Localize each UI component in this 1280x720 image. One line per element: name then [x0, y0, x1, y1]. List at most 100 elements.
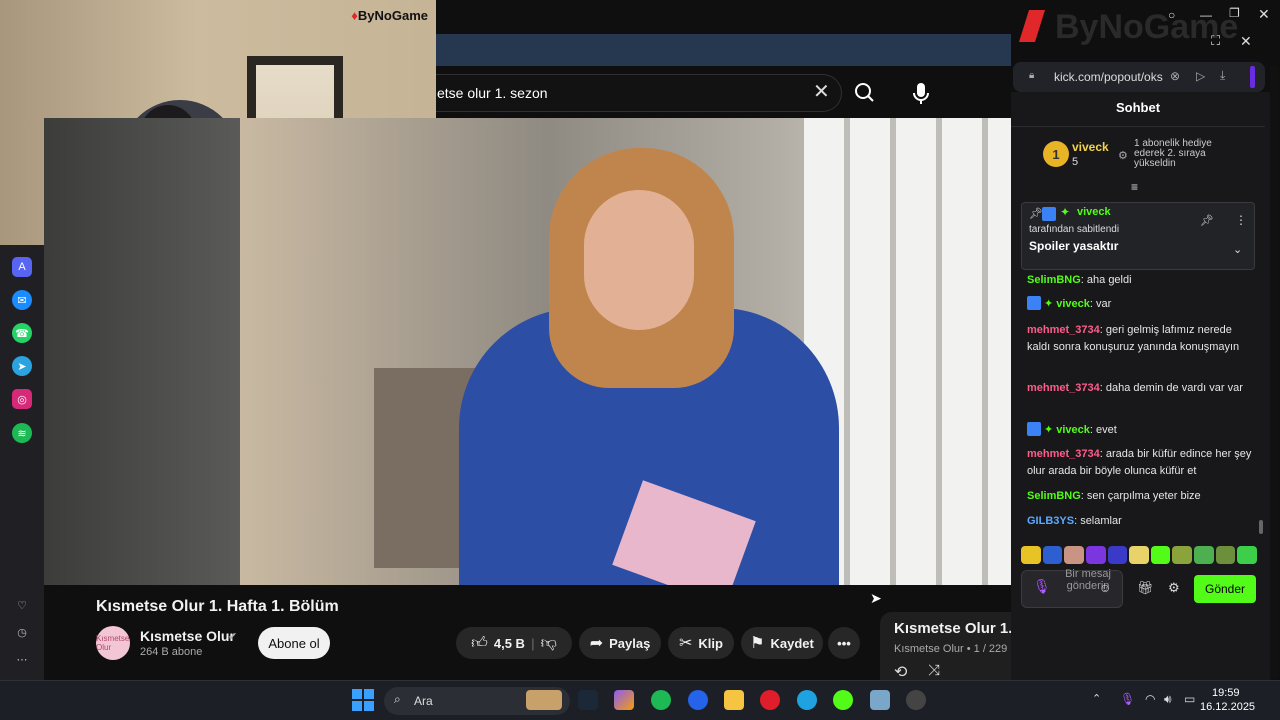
- unpin-icon[interactable]: 📌︎: [1200, 214, 1214, 227]
- search-highlight-icon[interactable]: [526, 690, 562, 710]
- emote-5[interactable]: [1107, 546, 1128, 564]
- emote-2[interactable]: [1042, 546, 1063, 564]
- battery-icon[interactable]: ▭: [1184, 692, 1195, 706]
- pinned-menu-icon[interactable]: ⋮: [1235, 213, 1247, 227]
- close-popout-icon[interactable]: ✕: [1240, 33, 1252, 50]
- chat-username[interactable]: viveck: [1056, 424, 1090, 436]
- moderator-badge-icon: [1027, 296, 1041, 310]
- voice-search-button[interactable]: [905, 76, 937, 110]
- pinned-by-user[interactable]: viveck: [1077, 206, 1111, 218]
- kick-taskbar-icon[interactable]: [833, 690, 853, 710]
- tray-mic-icon[interactable]: 🎙︎: [1120, 692, 1135, 706]
- heart-icon[interactable]: ♡: [12, 595, 32, 615]
- file-explorer-icon[interactable]: [724, 690, 744, 710]
- send-button[interactable]: Gönder: [1194, 575, 1256, 603]
- chat-username[interactable]: viveck: [1056, 298, 1090, 310]
- microphone-icon[interactable]: 🎙︎: [1033, 578, 1051, 595]
- channel-avatar[interactable]: Kısmetse Olur: [96, 626, 130, 660]
- chevron-down-icon[interactable]: ⌄: [1233, 243, 1242, 256]
- chat-header-divider: [1011, 126, 1265, 127]
- clip-button[interactable]: ✂ Klip: [668, 627, 734, 659]
- emote-7[interactable]: [1150, 546, 1171, 564]
- clear-search-icon[interactable]: ✕: [813, 79, 835, 107]
- chat-username[interactable]: mehmet_3734: [1027, 382, 1100, 394]
- spotify-taskbar-icon[interactable]: [651, 690, 671, 710]
- chat-username[interactable]: mehmet_3734: [1027, 324, 1100, 336]
- channel-name[interactable]: Kısmetse Olur: [140, 628, 235, 644]
- play-icon[interactable]: ▷: [1196, 69, 1205, 83]
- download-icon[interactable]: ⤓: [1220, 68, 1225, 83]
- verified-icon: ✔: [228, 631, 238, 643]
- wifi-icon[interactable]: ◠: [1145, 692, 1155, 706]
- windows-logo-icon: [352, 689, 374, 711]
- thumbs-up-icon[interactable]: 👍︎: [471, 634, 488, 653]
- expand-leaderboard-icon[interactable]: ≡: [1131, 180, 1138, 194]
- messenger-icon[interactable]: ✉: [12, 290, 32, 310]
- search-window-icon[interactable]: ○: [1168, 8, 1175, 22]
- restore-icon[interactable]: ❐: [1229, 6, 1240, 20]
- video-player[interactable]: [44, 118, 1011, 585]
- start-button[interactable]: [352, 689, 374, 716]
- emote-6[interactable]: [1129, 546, 1149, 564]
- history-icon[interactable]: ◷: [12, 622, 32, 642]
- search-button[interactable]: [845, 74, 885, 112]
- share-button[interactable]: ➦ Paylaş: [579, 627, 661, 659]
- shuffle-icon[interactable]: ⤨: [928, 662, 940, 679]
- gift-username[interactable]: viveck: [1072, 140, 1109, 154]
- chat-message: mehmet_3734: arada bir küfür edince her …: [1027, 446, 1257, 480]
- spotify-icon[interactable]: ≋: [12, 423, 32, 443]
- opera-gx-icon[interactable]: [760, 690, 780, 710]
- emote-4[interactable]: [1085, 546, 1106, 564]
- video-host-face: [584, 190, 694, 330]
- more-icon[interactable]: ⋯: [12, 649, 32, 669]
- address-url[interactable]: kick.com/popout/oks: [1054, 70, 1163, 84]
- page-scrollbar[interactable]: [1270, 66, 1278, 678]
- pin-icon: 📌︎: [1029, 208, 1043, 220]
- copilot-icon[interactable]: [614, 690, 634, 710]
- emote-1[interactable]: [1021, 546, 1041, 564]
- emoji-icon[interactable]: ☺: [1099, 581, 1111, 595]
- app-grid-icon[interactable]: [870, 690, 890, 710]
- more-horizontal-icon: •••: [837, 635, 851, 651]
- chat-scrollbar[interactable]: [1259, 520, 1263, 534]
- tray-chevron-up-icon[interactable]: ⌃: [1092, 692, 1101, 705]
- emote-11[interactable]: [1237, 546, 1258, 564]
- save-button[interactable]: ⚑ Kaydet: [741, 627, 823, 659]
- clock-time[interactable]: 19:59: [1212, 687, 1240, 699]
- volume-icon[interactable]: 🔊︎: [1164, 692, 1172, 707]
- bynogame-logo: ByNoGame: [1015, 6, 1265, 46]
- chat-username[interactable]: SelimBNG: [1027, 490, 1081, 502]
- thumbs-down-icon[interactable]: 👎︎: [541, 634, 557, 653]
- steam-icon[interactable]: [578, 690, 598, 710]
- chat-username[interactable]: GILB3YS: [1027, 515, 1074, 527]
- gift-shop-icon[interactable]: 🎁︎: [1137, 580, 1154, 596]
- whatsapp-icon[interactable]: ☎: [12, 323, 32, 343]
- channel-avatar-text: Kısmetse Olur: [96, 634, 130, 652]
- settings-gear-icon[interactable]: ⚙: [1168, 580, 1180, 596]
- pinned-message[interactable]: [1021, 202, 1255, 270]
- clock-date[interactable]: 16.12.2025: [1200, 701, 1255, 713]
- emote-9[interactable]: [1194, 546, 1214, 564]
- edge-icon[interactable]: [797, 690, 817, 710]
- telegram-icon[interactable]: ➤: [12, 356, 32, 376]
- emote-10[interactable]: [1215, 546, 1236, 564]
- emote-8[interactable]: [1172, 546, 1193, 564]
- chat-message: SelimBNG: aha geldi: [1027, 272, 1257, 289]
- minimize-icon[interactable]: —: [1200, 8, 1212, 22]
- block-icon[interactable]: ⊗: [1170, 69, 1180, 83]
- instagram-icon[interactable]: ◎: [12, 389, 32, 409]
- chat-username[interactable]: SelimBNG: [1027, 274, 1081, 286]
- more-actions-button[interactable]: •••: [828, 627, 860, 659]
- like-count[interactable]: 4,5 B: [494, 636, 525, 651]
- loop-icon[interactable]: ⟲: [894, 662, 907, 682]
- app-settings-icon[interactable]: [906, 690, 926, 710]
- fullscreen-icon[interactable]: ⛶: [1211, 33, 1220, 49]
- app-blue-icon[interactable]: [688, 690, 708, 710]
- subscribe-button[interactable]: Abone ol: [258, 627, 330, 659]
- chat-username[interactable]: mehmet_3734: [1027, 448, 1100, 460]
- close-window-icon[interactable]: ✕: [1258, 6, 1270, 23]
- youtube-topbar: [436, 0, 1011, 34]
- ai-app-icon[interactable]: A: [12, 257, 32, 277]
- emote-3[interactable]: [1064, 546, 1084, 564]
- gift-count: 5: [1072, 156, 1079, 168]
